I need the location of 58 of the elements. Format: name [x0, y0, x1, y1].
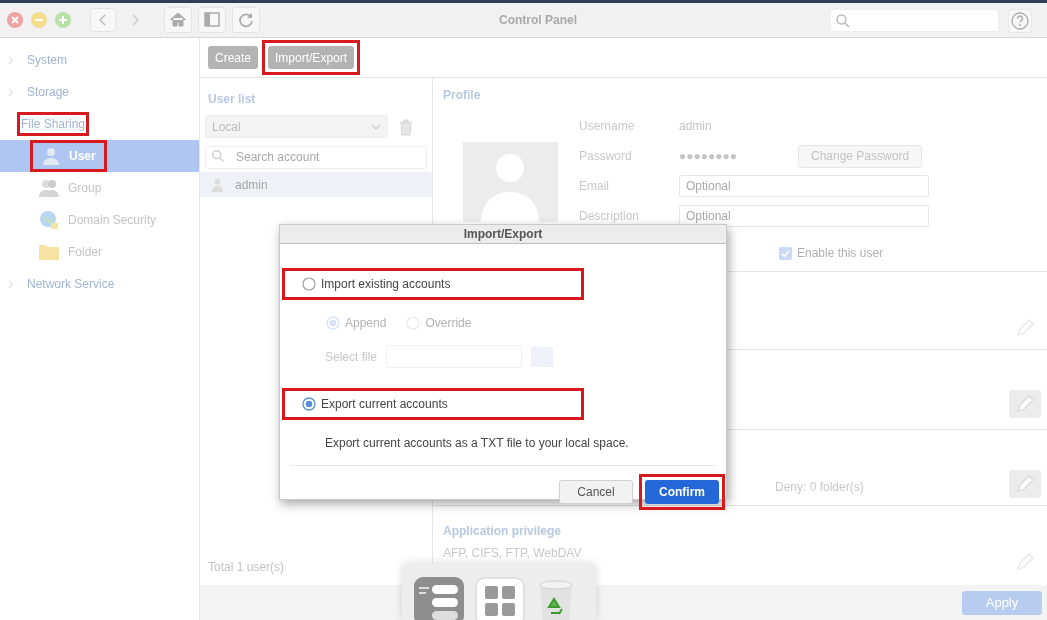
user-count: Total 1 user(s): [207, 559, 286, 576]
checkbox-icon[interactable]: [779, 246, 792, 260]
text-field[interactable]: Optional: [679, 175, 929, 197]
sidebar-toggle-icon[interactable]: [198, 7, 226, 33]
radio-icon[interactable]: [302, 277, 316, 291]
users-icon: [38, 178, 60, 198]
user-icon: [41, 146, 61, 166]
user-icon: [212, 177, 223, 192]
chevron-right-icon: [8, 279, 14, 289]
user-row[interactable]: admin: [200, 172, 432, 197]
panel-title: User list: [207, 91, 257, 108]
radio-option[interactable]: Import existing accounts: [285, 271, 581, 297]
chevron-right-icon: [8, 55, 14, 65]
sidebar-item[interactable]: Group: [30, 175, 110, 201]
refresh-icon[interactable]: [232, 7, 260, 33]
sidebar-item[interactable]: System: [26, 51, 68, 69]
globe-icon: [38, 209, 60, 231]
radio-option[interactable]: Override: [406, 314, 472, 332]
action-button[interactable]: Import/Export: [268, 46, 355, 69]
help-icon[interactable]: [1008, 9, 1032, 33]
search-field[interactable]: [830, 9, 999, 32]
sidebar-item[interactable]: Folder: [30, 239, 110, 265]
edit-icon[interactable]: [1009, 390, 1041, 418]
sidebar-item[interactable]: Storage: [26, 83, 71, 101]
sidebar-item[interactable]: File Sharing: [20, 115, 87, 133]
close-icon[interactable]: [6, 11, 24, 29]
search-field[interactable]: Search account: [205, 145, 427, 169]
trash-icon[interactable]: [398, 117, 414, 136]
window-title: Control Panel: [498, 12, 578, 29]
sidebar-item[interactable]: Network Service: [26, 275, 116, 293]
enable-user-checkbox[interactable]: Enable this user: [779, 244, 884, 262]
section-title: Application privilege: [443, 523, 562, 540]
chevron-down-icon: [371, 123, 381, 130]
home-icon[interactable]: [164, 7, 192, 33]
radio-icon[interactable]: [302, 397, 316, 411]
section-title: Profile: [443, 87, 481, 104]
sidebar-item[interactable]: Domain Security: [30, 207, 165, 233]
search-icon: [835, 12, 851, 29]
toggle-settings-icon[interactable]: [414, 577, 464, 620]
chevron-right-icon: [8, 87, 14, 97]
minimize-icon[interactable]: [30, 11, 48, 29]
text-field[interactable]: Optional: [679, 205, 929, 227]
back-icon[interactable]: [90, 8, 116, 32]
field-value: admin: [679, 118, 713, 135]
folder-icon: [38, 243, 60, 261]
action-button[interactable]: Create: [208, 46, 259, 69]
dialog-title: Import/Export: [463, 226, 543, 243]
field-value: ●●●●●●●●: [679, 148, 738, 165]
option-description: Export current accounts as a TXT file to your local space.: [324, 435, 630, 452]
confirm-button[interactable]: Confirm: [645, 480, 719, 504]
cancel-button[interactable]: Cancel: [559, 480, 633, 504]
apply-button[interactable]: Apply: [962, 590, 1042, 615]
app-grid-icon[interactable]: [475, 577, 525, 620]
search-icon: [211, 149, 225, 163]
edit-icon[interactable]: [1009, 470, 1041, 498]
maximize-icon[interactable]: [54, 11, 72, 29]
radio-option[interactable]: Append: [326, 314, 387, 332]
radio-option[interactable]: Export current accounts: [285, 391, 581, 417]
